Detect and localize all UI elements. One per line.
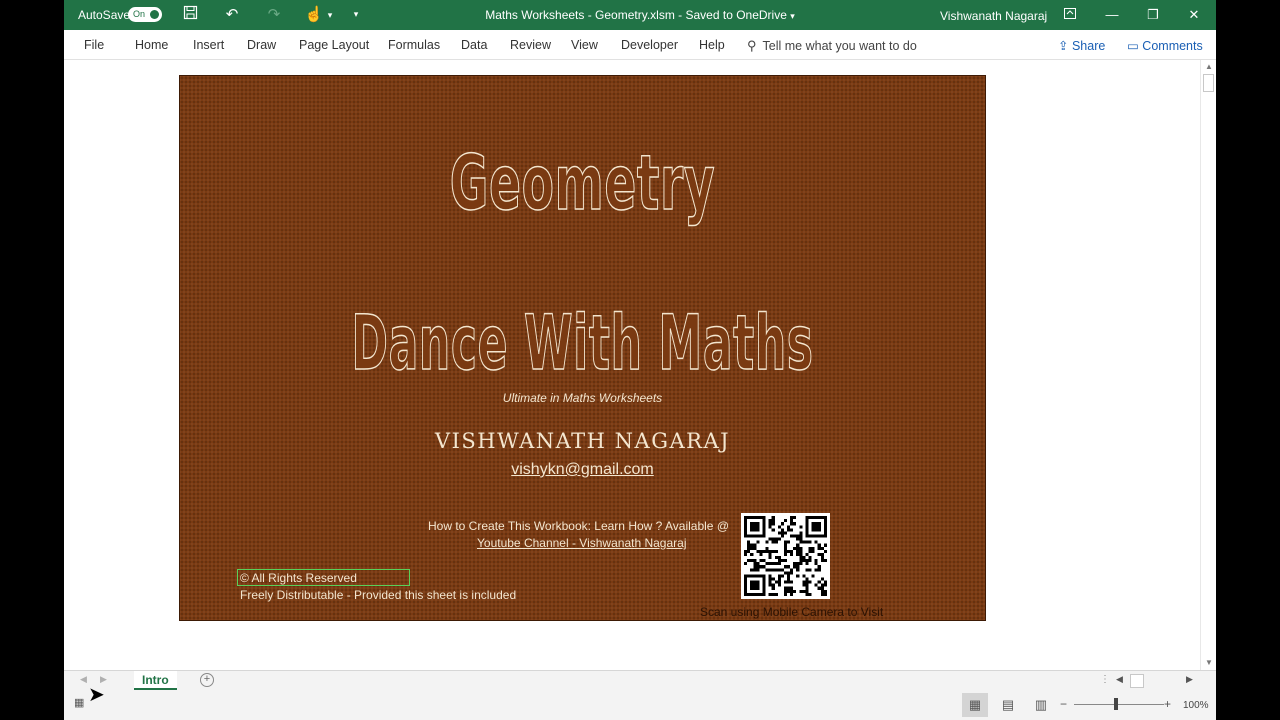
horizontal-scrollbar[interactable]: ◀ ▶	[1114, 674, 1196, 688]
tab-review[interactable]: Review	[510, 38, 551, 52]
scroll-left-icon[interactable]: ◀	[1116, 674, 1123, 685]
scan-caption: Scan using Mobile Camera to Visit	[700, 605, 884, 619]
tab-draw[interactable]: Draw	[247, 38, 276, 52]
tab-file[interactable]: File	[84, 38, 104, 52]
ribbon-display-options-icon[interactable]	[1058, 4, 1082, 26]
zoom-level[interactable]: 100%	[1183, 700, 1209, 711]
normal-view-icon[interactable]: ▦	[962, 693, 988, 717]
vertical-scroll-thumb[interactable]	[1203, 74, 1214, 92]
mouse-cursor-icon: ➤	[88, 684, 105, 706]
prev-sheet-icon[interactable]: ◀	[80, 674, 87, 685]
title-dropdown-icon[interactable]: ▾	[790, 11, 795, 21]
status-bar: ▦ ➤ ▦ ▤ ▥ − + 100%	[64, 684, 1216, 720]
excel-window: AutoSave On ↶ ↷ ☝ ▾ ▾ Maths Worksheets -…	[64, 0, 1216, 720]
sheet-tab-intro[interactable]: Intro	[134, 671, 177, 690]
tab-formulas[interactable]: Formulas	[388, 38, 440, 52]
scroll-right-icon[interactable]: ▶	[1186, 674, 1193, 685]
tell-me-box[interactable]: ⚲ Tell me what you want to do	[747, 38, 917, 54]
touch-mode-dropdown-icon[interactable]: ▾	[320, 10, 340, 21]
intro-cover-panel: Geometry Dance With Maths Ultimate in Ma…	[179, 75, 986, 621]
document-title[interactable]: Maths Worksheets - Geometry.xlsm - Saved…	[485, 8, 787, 22]
page-layout-view-icon[interactable]: ▤	[995, 693, 1021, 717]
distribution-note: Freely Distributable - Provided this she…	[240, 588, 517, 602]
qr-code-image	[741, 513, 830, 599]
tab-view[interactable]: View	[571, 38, 598, 52]
minimize-icon[interactable]: —	[1100, 4, 1124, 26]
cover-brand: Dance With Maths	[351, 297, 814, 388]
save-icon[interactable]	[180, 5, 200, 24]
horizontal-scroll-thumb[interactable]	[1130, 674, 1144, 688]
toggle-knob	[150, 10, 159, 19]
lightbulb-icon: ⚲	[747, 38, 757, 53]
close-icon[interactable]: ✕	[1182, 4, 1206, 26]
user-name[interactable]: Vishwanath Nagaraj	[940, 9, 1047, 23]
share-button[interactable]: ⇪ Share	[1052, 35, 1111, 56]
page-break-preview-icon[interactable]: ▥	[1028, 693, 1054, 717]
tab-page-layout[interactable]: Page Layout	[299, 38, 369, 52]
customize-qat-icon[interactable]: ▾	[346, 9, 366, 20]
restore-icon[interactable]: ❐	[1141, 4, 1165, 26]
zoom-in-icon[interactable]: +	[1164, 697, 1171, 711]
cover-tagline: Ultimate in Maths Worksheets	[502, 391, 663, 405]
youtube-channel-link[interactable]: Youtube Channel - Vishwanath Nagaraj	[477, 536, 686, 550]
zoom-slider[interactable]	[1074, 704, 1164, 705]
redo-icon[interactable]: ↷	[264, 5, 284, 23]
autosave-toggle[interactable]: On	[128, 7, 162, 22]
tab-splitter-icon[interactable]: ⋮	[1100, 674, 1110, 685]
comment-icon: ▭	[1127, 39, 1139, 53]
howto-text: How to Create This Workbook: Learn How ?…	[428, 519, 729, 533]
ribbon-tabs: File Home Insert Draw Page Layout Formul…	[64, 30, 1216, 60]
tab-help[interactable]: Help	[699, 38, 725, 52]
sheet-tab-bar: ◀ ▶ Intro + ⋮ ◀ ▶	[64, 670, 1216, 690]
author-email-link[interactable]: vishykn@gmail.com	[180, 461, 985, 479]
zoom-slider-thumb[interactable]	[1114, 698, 1118, 710]
share-icon: ⇪	[1058, 39, 1069, 53]
undo-icon[interactable]: ↶	[222, 5, 242, 23]
vertical-scrollbar[interactable]: ▲ ▼	[1200, 60, 1216, 670]
comments-label: Comments	[1142, 39, 1203, 53]
cover-author: VISHWANATH NAGARAJ	[434, 429, 731, 453]
cover-title: Geometry	[449, 137, 716, 228]
copyright-cell[interactable]: © All Rights Reserved	[237, 569, 410, 586]
add-sheet-icon[interactable]: +	[200, 673, 214, 687]
tab-home[interactable]: Home	[135, 38, 168, 52]
title-bar: AutoSave On ↶ ↷ ☝ ▾ ▾ Maths Worksheets -…	[64, 0, 1216, 30]
share-label: Share	[1071, 39, 1106, 53]
autosave-state: On	[133, 9, 146, 19]
worksheet-grid[interactable]: Geometry Dance With Maths Ultimate in Ma…	[64, 60, 1200, 670]
tab-insert[interactable]: Insert	[193, 38, 224, 52]
scroll-down-icon[interactable]: ▼	[1201, 658, 1216, 667]
tab-developer[interactable]: Developer	[621, 38, 678, 52]
zoom-out-icon[interactable]: −	[1060, 697, 1067, 711]
tab-data[interactable]: Data	[461, 38, 487, 52]
macro-recording-icon[interactable]: ▦	[74, 696, 84, 709]
tell-me-text: Tell me what you want to do	[762, 39, 917, 53]
scroll-up-icon[interactable]: ▲	[1201, 62, 1216, 71]
comments-button[interactable]: ▭ Comments	[1121, 35, 1209, 56]
autosave-label: AutoSave	[78, 8, 131, 22]
